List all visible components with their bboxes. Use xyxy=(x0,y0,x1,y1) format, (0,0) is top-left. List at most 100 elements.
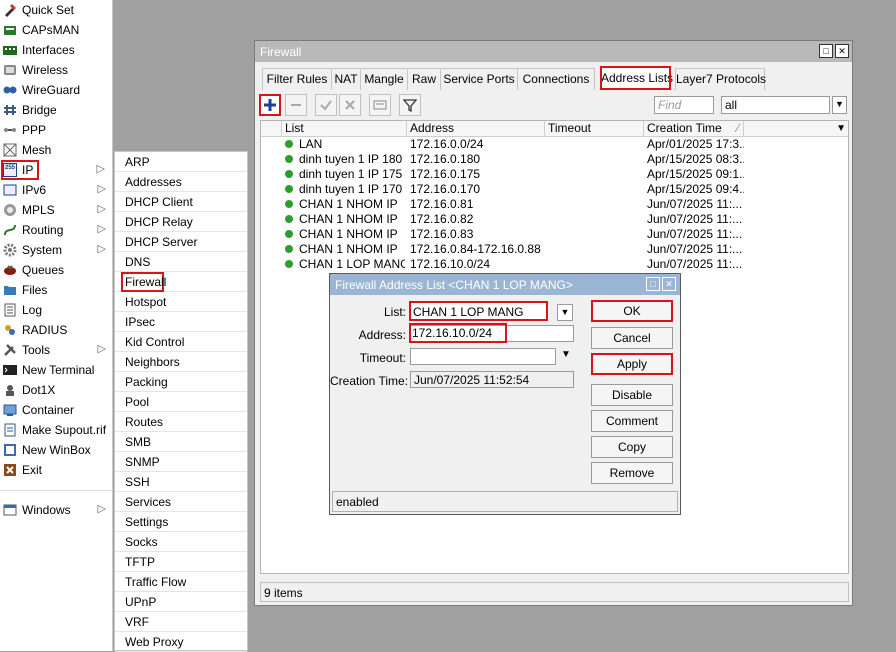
filter-dropdown-icon[interactable]: ▼ xyxy=(832,96,847,114)
tab-nat[interactable]: NAT xyxy=(331,68,361,90)
submenu-item-services[interactable]: Services xyxy=(115,492,247,512)
submenu-item-dns[interactable]: DNS xyxy=(115,252,247,272)
submenu-item-smb[interactable]: SMB xyxy=(115,432,247,452)
table-row[interactable]: CHAN 1 NHOM IP 172.16.0.83 Jun/07/2025 1… xyxy=(261,227,848,242)
submenu-item-hotspot[interactable]: Hotspot xyxy=(115,292,247,312)
submenu-item-ipsec[interactable]: IPsec xyxy=(115,312,247,332)
tab-filter-rules[interactable]: Filter Rules xyxy=(262,68,332,90)
sidebar-item-log[interactable]: Log xyxy=(0,300,113,320)
list-field[interactable]: CHAN 1 LOP MANG xyxy=(409,301,548,321)
sidebar-item-exit[interactable]: Exit xyxy=(0,460,113,480)
submenu-item-arp[interactable]: ARP xyxy=(115,152,247,172)
submenu-item-upnp[interactable]: UPnP xyxy=(115,592,247,612)
tab-connections[interactable]: Connections xyxy=(517,68,595,90)
filter-button[interactable] xyxy=(399,94,421,116)
sidebar-item-ipv6[interactable]: IPv6 ▷ xyxy=(0,180,113,200)
timeout-dropdown-icon[interactable]: ▼ xyxy=(561,349,571,360)
table-row[interactable]: CHAN 1 NHOM IP 172.16.0.82 Jun/07/2025 1… xyxy=(261,212,848,227)
table-row[interactable]: CHAN 1 NHOM IP 172.16.0.81 Jun/07/2025 1… xyxy=(261,197,848,212)
sidebar-item-make-supout[interactable]: Make Supout.rif xyxy=(0,420,113,440)
table-row[interactable]: CHAN 1 LOP MANG 172.16.10.0/24 Jun/07/20… xyxy=(261,257,848,272)
sidebar-item-mesh[interactable]: Mesh xyxy=(0,140,113,160)
column-header-address[interactable]: Address xyxy=(407,121,545,137)
sidebar-item-wireguard[interactable]: WireGuard xyxy=(0,80,113,100)
sidebar-item-windows[interactable]: Windows ▷ xyxy=(0,500,113,520)
sidebar-item-dot1x[interactable]: Dot1X xyxy=(0,380,113,400)
submenu-item-web-proxy[interactable]: Web Proxy xyxy=(115,632,247,652)
enable-button[interactable] xyxy=(315,94,337,116)
submenu-item-traffic-flow[interactable]: Traffic Flow xyxy=(115,572,247,592)
table-row[interactable]: dinh tuyen 1 IP 175 172.16.0.175 Apr/15/… xyxy=(261,167,848,182)
ok-button[interactable]: OK xyxy=(591,300,673,322)
sidebar-item-tools[interactable]: Tools ▷ xyxy=(0,340,113,360)
submenu-item-ssh[interactable]: SSH xyxy=(115,472,247,492)
disable-button[interactable]: Disable xyxy=(591,384,673,406)
comment-button[interactable]: Comment xyxy=(591,410,673,432)
table-row[interactable]: LAN 172.16.0.0/24 Apr/01/2025 17:3... xyxy=(261,137,848,152)
dialog-title-bar[interactable]: Firewall Address List <CHAN 1 LOP MANG> … xyxy=(330,274,680,295)
dialog-maximize-icon[interactable]: □ xyxy=(646,277,660,291)
column-header-list[interactable]: List xyxy=(282,121,407,137)
submenu-item-neighbors[interactable]: Neighbors xyxy=(115,352,247,372)
sidebar-item-capsman[interactable]: CAPsMAN xyxy=(0,20,113,40)
copy-button[interactable]: Copy xyxy=(591,436,673,458)
sidebar-item-bridge[interactable]: Bridge xyxy=(0,100,113,120)
sidebar-item-new-terminal[interactable]: New Terminal xyxy=(0,360,113,380)
submenu-item-addresses[interactable]: Addresses xyxy=(115,172,247,192)
submenu-item-dhcp-client[interactable]: DHCP Client xyxy=(115,192,247,212)
submenu-item-packing[interactable]: Packing xyxy=(115,372,247,392)
find-input[interactable]: Find xyxy=(654,96,714,114)
table-row[interactable]: dinh tuyen 1 IP 170 172.16.0.170 Apr/15/… xyxy=(261,182,848,197)
sidebar-item-radius[interactable]: RADIUS xyxy=(0,320,113,340)
submenu-item-routes[interactable]: Routes xyxy=(115,412,247,432)
tab-mangle[interactable]: Mangle xyxy=(360,68,408,90)
remove-button[interactable]: Remove xyxy=(591,462,673,484)
submenu-item-snmp[interactable]: SNMP xyxy=(115,452,247,472)
columns-menu-icon[interactable]: ▼ xyxy=(836,121,846,136)
sidebar-item-interfaces[interactable]: Interfaces xyxy=(0,40,113,60)
submenu-item-tftp[interactable]: TFTP xyxy=(115,552,247,572)
sidebar-item-quick-set[interactable]: Quick Set xyxy=(0,0,113,20)
filter-select[interactable]: all xyxy=(721,96,830,114)
add-button[interactable] xyxy=(259,94,281,116)
sidebar-item-ppp[interactable]: PPP xyxy=(0,120,113,140)
submenu-item-pool[interactable]: Pool xyxy=(115,392,247,412)
cancel-button[interactable]: Cancel xyxy=(591,327,673,349)
comment-button[interactable] xyxy=(369,94,391,116)
address-field[interactable]: 172.16.10.0/24 xyxy=(409,323,507,343)
tab-layer7-protocols[interactable]: Layer7 Protocols xyxy=(675,68,766,90)
column-header-status[interactable] xyxy=(261,121,282,137)
timeout-field[interactable] xyxy=(410,348,556,365)
submenu-item-settings[interactable]: Settings xyxy=(115,512,247,532)
sidebar-item-mpls[interactable]: MPLS ▷ xyxy=(0,200,113,220)
sidebar-item-new-winbox[interactable]: New WinBox xyxy=(0,440,113,460)
remove-button[interactable] xyxy=(285,94,307,116)
submenu-item-kid-control[interactable]: Kid Control xyxy=(115,332,247,352)
dialog-close-icon[interactable]: ✕ xyxy=(662,277,676,291)
sidebar-item-wireless[interactable]: Wireless xyxy=(0,60,113,80)
submenu-item-socks[interactable]: Socks xyxy=(115,532,247,552)
sidebar-item-queues[interactable]: Queues xyxy=(0,260,113,280)
table-row[interactable]: dinh tuyen 1 IP 180 172.16.0.180 Apr/15/… xyxy=(261,152,848,167)
submenu-item-vrf[interactable]: VRF xyxy=(115,612,247,632)
column-header-creation-time[interactable]: Creation Time ⁄ xyxy=(644,121,744,137)
tab-address-lists[interactable]: Address Lists xyxy=(600,66,673,90)
submenu-item-firewall[interactable]: Firewall xyxy=(115,272,247,292)
tab-raw[interactable]: Raw xyxy=(407,68,441,90)
column-header-timeout[interactable]: Timeout xyxy=(545,121,644,137)
sidebar-item-routing[interactable]: Routing ▷ xyxy=(0,220,113,240)
submenu-item-dhcp-server[interactable]: DHCP Server xyxy=(115,232,247,252)
list-dropdown-icon[interactable]: ▼ xyxy=(557,304,573,321)
submenu-item-dhcp-relay[interactable]: DHCP Relay xyxy=(115,212,247,232)
maximize-icon[interactable]: □ xyxy=(819,44,833,58)
disable-button[interactable] xyxy=(339,94,361,116)
firewall-title-bar[interactable]: Firewall □ ✕ xyxy=(255,41,852,62)
cell-address: 172.16.0.81 xyxy=(410,197,474,211)
sidebar-item-files[interactable]: Files xyxy=(0,280,113,300)
apply-button[interactable]: Apply xyxy=(591,353,673,375)
table-row[interactable]: CHAN 1 NHOM IP 172.16.0.84-172.16.0.88 J… xyxy=(261,242,848,257)
sidebar-item-container[interactable]: Container xyxy=(0,400,113,420)
tab-service-ports[interactable]: Service Ports xyxy=(440,68,518,90)
sidebar-item-system[interactable]: System ▷ xyxy=(0,240,113,260)
close-icon[interactable]: ✕ xyxy=(835,44,849,58)
